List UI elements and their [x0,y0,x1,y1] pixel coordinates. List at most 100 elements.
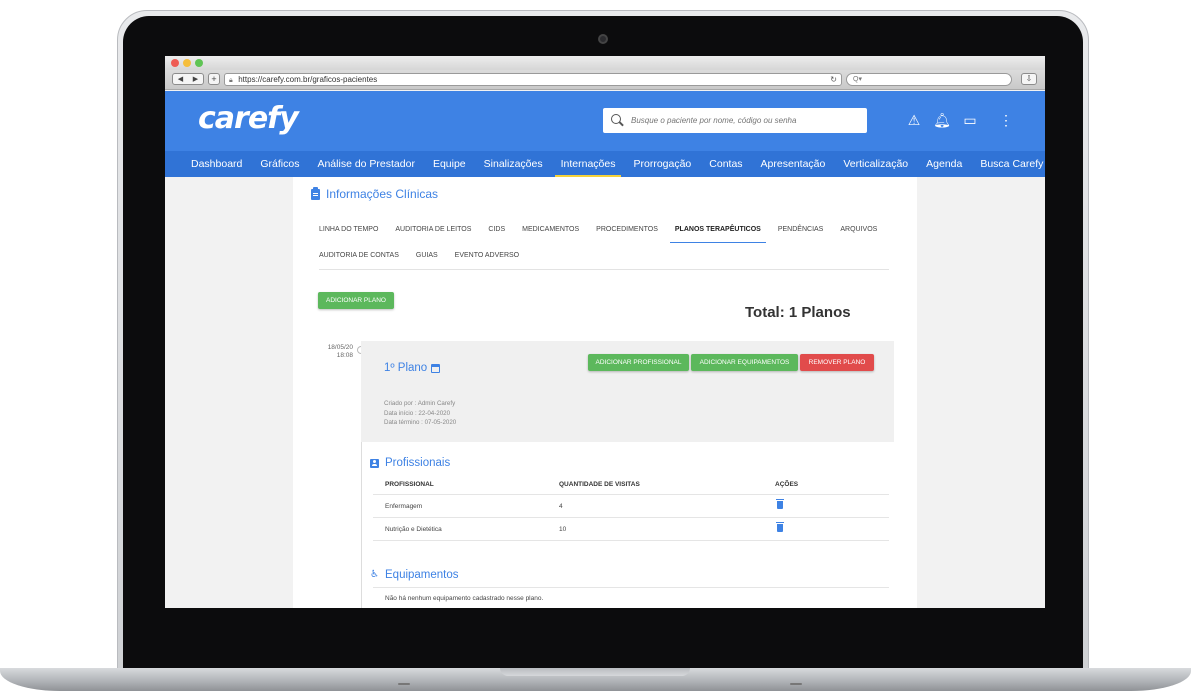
nav-apresentacao[interactable]: Apresentação [761,151,826,177]
maximize-window-icon[interactable] [195,59,203,67]
professionals-title: Profissionais [370,457,450,469]
tab-planos-terapeuticos[interactable]: PLANOS TERAPÊUTICOS [669,217,766,243]
table-header: PROFISSIONAL QUANTIDADE DE VISITAS AÇÕES [373,475,889,495]
tab-cids[interactable]: CIDS [488,217,505,243]
close-window-icon[interactable] [171,59,179,67]
nav-dashboard[interactable]: Dashboard [191,151,242,177]
back-icon[interactable]: ◀ [178,75,183,83]
patient-search[interactable] [603,108,867,133]
plan-date: 18/05/20 [327,344,353,351]
visit-count: 10 [559,525,567,533]
browser-titlebar [165,56,1045,70]
professionals-title-text: Profissionais [385,457,451,469]
nav-prorrogacao[interactable]: Prorrogação [633,151,691,177]
tab-linha-do-tempo[interactable]: LINHA DO TEMPO [319,217,378,243]
total-plans: Total: 1 Planos [745,304,851,321]
clinical-tabs: LINHA DO TEMPO AUDITORIA DE LEITOS CIDS … [319,217,889,269]
professionals-table: PROFISSIONAL QUANTIDADE DE VISITAS AÇÕES… [373,475,889,541]
tab-auditoria-leitos[interactable]: AUDITORIA DE LEITOS [395,217,471,243]
patient-search-input[interactable] [631,116,851,125]
section-title-text: Informações Clínicas [326,187,439,201]
back-forward-buttons[interactable]: ◀ ▶ [172,73,204,85]
lock-icon: 🔒︎ [229,77,233,84]
plan-card: 1º Plano ADICIONAR PROFISSIONAL ADICIONA… [361,341,894,442]
visit-count: 4 [559,502,563,510]
nav-busca-carefy[interactable]: Busca Carefy [980,151,1043,177]
nav-contas[interactable]: Contas [709,151,742,177]
section-title: Informações Clínicas [311,186,439,201]
plan-title-text: 1º Plano [384,362,428,374]
column-header: PROFISSIONAL [385,481,434,488]
add-plan-button[interactable]: ADICIONAR PLANO [318,292,394,309]
warning-icon[interactable]: ⚠︎ [905,111,923,129]
id-card-icon [370,458,379,468]
equipment-divider [373,587,889,588]
plan-created-by: Criado por : Admin Carefy [384,400,456,407]
downloads-icon[interactable]: ⇩ [1021,73,1037,85]
plan-time: 18:08 [336,352,353,359]
header-icons: ⚠︎ 🔔︎ ▭ ⋮ [905,111,1015,129]
nav-sinalizacoes[interactable]: Sinalizações [484,151,543,177]
row-actions [775,522,875,534]
app-header: carefy ⚠︎ 🔔︎ ▭ ⋮ [165,91,1045,151]
equipment-title-text: Equipamentos [385,569,459,581]
equipment-title: ♿︎ Equipamentos [370,569,459,581]
search-icon [611,114,624,127]
plan-end-date: Data término : 07-05-2020 [384,419,457,426]
new-tab-button[interactable]: + [208,73,220,85]
plan-title: 1º Plano [384,362,441,374]
plan-timestamp: 18/05/20 18:08 [317,344,353,360]
table-row: Nutrição e Dietética 10 [373,518,889,541]
column-header: QUANTIDADE DE VISITAS [559,481,640,488]
main-nav: Dashboard Gráficos Análise do Prestador … [165,151,1045,177]
nav-agenda[interactable]: Agenda [926,151,962,177]
tab-guias[interactable]: GUIAS [416,243,438,269]
camera-icon [598,34,608,44]
bell-icon[interactable]: 🔔︎ [933,111,951,129]
nav-equipe[interactable]: Equipe [433,151,466,177]
trash-icon[interactable] [776,499,784,509]
carefy-logo[interactable]: carefy [198,101,299,136]
minimize-window-icon[interactable] [183,59,191,67]
tab-medicamentos[interactable]: MEDICAMENTOS [522,217,579,243]
tab-arquivos[interactable]: ARQUIVOS [840,217,877,243]
nav-internacoes[interactable]: Internações [554,151,622,177]
column-header: AÇÕES [775,481,799,488]
url-text: https://carefy.com.br/graficos-pacientes [238,75,378,84]
table-row: Enfermagem 4 [373,495,889,518]
content-panel: Informações Clínicas LINHA DO TEMPO AUDI… [293,177,917,608]
calendar-icon[interactable] [431,363,441,373]
address-bar[interactable]: 🔒︎ https://carefy.com.br/graficos-pacien… [224,73,842,86]
plan-meta: Criado por : Admin Carefy Data início : … [384,399,456,428]
tab-pendencias[interactable]: PENDÊNCIAS [778,217,824,243]
professional-name: Enfermagem [385,502,423,510]
nav-verticalizacao[interactable]: Verticalização [843,151,908,177]
forward-icon[interactable]: ▶ [193,75,198,83]
laptop-foot [398,683,410,685]
tab-evento-adverso[interactable]: EVENTO ADVERSO [455,243,519,269]
nav-graficos[interactable]: Gráficos [260,151,299,177]
screen: ◀ ▶ + 🔒︎ https://carefy.com.br/graficos-p… [165,56,1045,608]
professional-name: Nutrição e Dietética [385,525,442,533]
wheelchair-icon: ♿︎ [370,569,379,580]
browser-toolbar: ◀ ▶ + 🔒︎ https://carefy.com.br/graficos-p… [165,70,1045,90]
more-vertical-icon[interactable]: ⋮ [997,111,1015,129]
tab-procedimentos[interactable]: PROCEDIMENTOS [596,217,658,243]
plan-start-date: Data início : 22-04-2020 [384,409,451,417]
row-actions [775,499,875,511]
equipment-empty-message: Não há nenhum equipamento cadastrado nes… [385,595,544,602]
add-professional-button[interactable]: ADICIONAR PROFISSIONAL [588,354,689,371]
laptop-foot [790,683,802,685]
chat-icon[interactable]: ▭ [961,111,979,129]
reload-icon[interactable]: ↻ [830,74,837,85]
laptop-notch [500,668,690,676]
tabs-divider [319,269,889,270]
clipboard-icon [311,186,320,200]
browser-search-placeholder: Q▾ [853,76,862,83]
trash-icon[interactable] [776,522,784,532]
add-equipment-button[interactable]: ADICIONAR EQUIPAMENTOS [691,354,798,371]
tab-auditoria-contas[interactable]: AUDITORIA DE CONTAS [319,243,399,269]
nav-analise-prestador[interactable]: Análise do Prestador [317,151,414,177]
browser-search-field[interactable]: Q▾ [846,73,1012,86]
remove-plan-button[interactable]: REMOVER PLANO [800,354,874,371]
